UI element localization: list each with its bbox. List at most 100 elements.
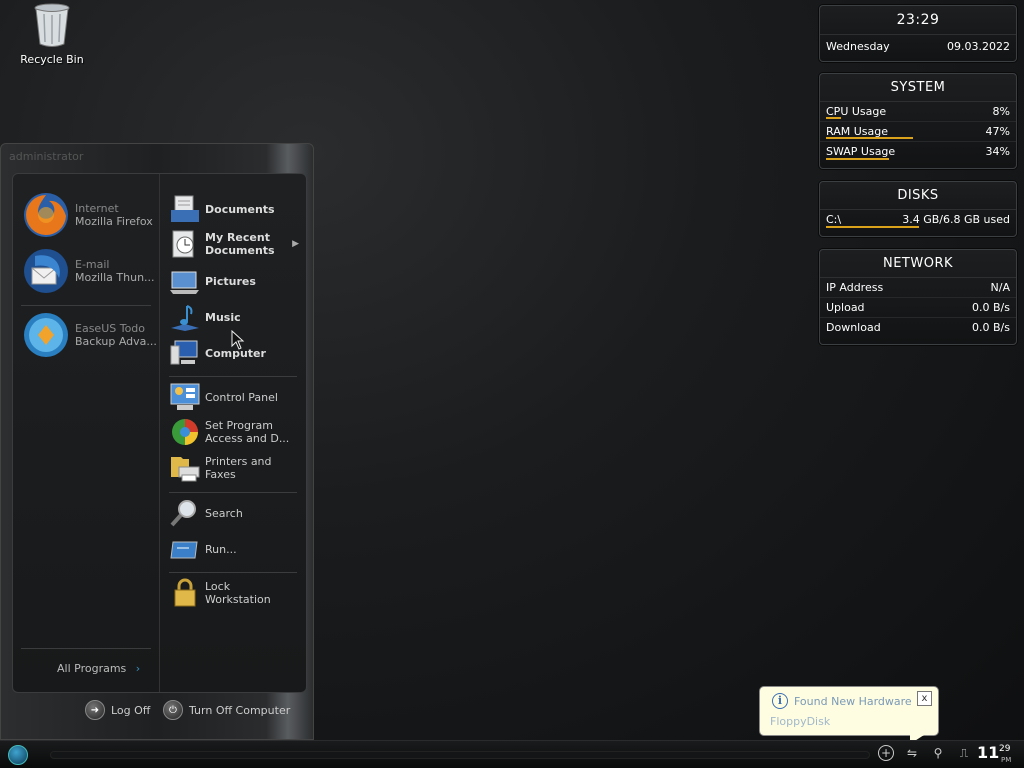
pinned-firefox[interactable]: Internet Mozilla Firefox xyxy=(23,192,153,238)
ip-row: IP Address N/A xyxy=(820,278,1016,298)
menu-item-documents-label: Documents xyxy=(205,202,275,216)
ram-value: 47% xyxy=(985,125,1010,138)
pinned-programs: Internet Mozilla Firefox E-mail Mozilla … xyxy=(13,174,160,692)
system-widget: SYSTEM CPU Usage 8% RAM Usage 47% SWAP U… xyxy=(819,73,1017,169)
taskbar-clock[interactable]: 11 29 PM xyxy=(977,743,1011,764)
pinned-easeus[interactable]: EaseUS Todo Backup Adva... xyxy=(23,312,157,358)
pinned-easeus-line2: Backup Adva... xyxy=(75,335,157,348)
menu-item-documents[interactable]: Documents xyxy=(169,194,299,224)
menu-item-run[interactable]: Run... xyxy=(169,534,299,564)
widget-day: Wednesday xyxy=(826,40,890,53)
recycle-bin-label: Recycle Bin xyxy=(20,53,84,66)
log-off-button[interactable]: ➜ Log Off xyxy=(85,700,150,720)
menu-item-lock-line1: Lock xyxy=(205,580,231,593)
menu-item-set-program-line2: Access and D... xyxy=(205,432,290,445)
start-menu-footer: ➜ Log Off ⏻ Turn Off Computer xyxy=(1,696,315,726)
search-tray-icon[interactable]: ⚲ xyxy=(930,745,946,761)
upload-row: Upload 0.0 B/s xyxy=(820,298,1016,318)
recent-documents-icon xyxy=(172,230,194,258)
menu-item-recent-documents-text: My Recent Documents xyxy=(205,231,275,257)
menu-item-lock-workstation[interactable]: Lock Workstation xyxy=(169,578,299,608)
control-panel-icon xyxy=(170,383,200,410)
cpu-value: 8% xyxy=(992,105,1010,118)
turn-off-button[interactable]: ⏻ Turn Off Computer xyxy=(163,700,290,720)
notification-title: Found New Hardware xyxy=(794,695,912,708)
widget-date-row: Wednesday 09.03.2022 xyxy=(820,35,1016,55)
power-icon: ⏻ xyxy=(163,700,183,720)
start-menu-panel: Internet Mozilla Firefox E-mail Mozilla … xyxy=(12,173,307,693)
menu-item-run-label: Run... xyxy=(205,542,237,556)
all-programs-button[interactable]: All Programs › xyxy=(57,662,140,675)
turn-off-label: Turn Off Computer xyxy=(189,703,291,717)
swap-bar xyxy=(826,158,889,160)
submenu-arrow-icon: ▶ xyxy=(292,239,299,249)
menu-item-recent-documents[interactable]: My Recent Documents ▶ xyxy=(169,229,299,259)
menu-item-pictures-label: Pictures xyxy=(205,274,256,288)
firefox-icon xyxy=(24,193,68,237)
printers-icon xyxy=(171,457,200,482)
download-label: Download xyxy=(826,321,881,334)
system-title: SYSTEM xyxy=(820,74,1016,102)
pinned-easeus-line1: EaseUS Todo xyxy=(75,322,146,335)
clock-widget: 23:29 Wednesday 09.03.2022 xyxy=(819,5,1017,62)
all-programs-separator xyxy=(21,648,151,649)
chevron-right-icon: › xyxy=(135,662,141,675)
info-icon: i xyxy=(772,693,788,709)
start-menu-user: administrator xyxy=(9,150,84,163)
upload-value: 0.0 B/s xyxy=(972,301,1010,314)
disk-c-value: 3.4 GB/6.8 GB used xyxy=(902,213,1010,226)
network-tray-icon[interactable]: ⎍ xyxy=(956,745,972,761)
pinned-thunderbird-line2: Mozilla Thun... xyxy=(75,271,155,284)
documents-icon xyxy=(171,195,199,222)
start-button[interactable] xyxy=(8,745,28,765)
ram-row: RAM Usage 47% xyxy=(820,122,1016,142)
places-separator xyxy=(169,376,297,377)
upload-label: Upload xyxy=(826,301,865,314)
pinned-firefox-line1: Internet xyxy=(75,202,119,215)
close-icon[interactable]: x xyxy=(917,691,932,706)
pinned-separator xyxy=(21,305,151,306)
swap-value: 34% xyxy=(985,145,1010,158)
easeus-icon xyxy=(24,313,68,357)
download-value: 0.0 B/s xyxy=(972,321,1010,334)
widget-date: 09.03.2022 xyxy=(947,40,1010,53)
menu-item-lock-text: Lock Workstation xyxy=(205,580,271,606)
menu-item-set-program-access[interactable]: Set Program Access and D... xyxy=(169,417,299,447)
computer-icon xyxy=(170,340,198,365)
ip-label: IP Address xyxy=(826,281,884,294)
all-programs-label: All Programs xyxy=(57,662,127,675)
menu-item-control-panel-label: Control Panel xyxy=(205,390,278,404)
mouse-cursor-icon xyxy=(231,330,245,350)
menu-item-search-label: Search xyxy=(205,506,243,520)
start-menu-places: Documents My Recent Documents ▶ Pictures… xyxy=(161,174,306,692)
taskbar-track xyxy=(50,751,870,759)
pinned-firefox-line2: Mozilla Firefox xyxy=(75,215,153,228)
disk-c-bar xyxy=(826,226,919,228)
cpu-bar xyxy=(826,117,841,119)
menu-item-control-panel[interactable]: Control Panel xyxy=(169,382,299,412)
pinned-thunderbird[interactable]: E-mail Mozilla Thun... xyxy=(23,248,155,294)
notification-body: FloppyDisk xyxy=(770,715,831,728)
swap-row: SWAP Usage 34% xyxy=(820,142,1016,162)
swap-label: SWAP Usage xyxy=(826,145,896,158)
menu-item-printers[interactable]: Printers and Faxes xyxy=(169,453,299,483)
menu-item-printers-line2: Faxes xyxy=(205,468,236,481)
add-circle-icon[interactable]: + xyxy=(878,745,894,761)
menu-item-recent-line2: Documents xyxy=(205,244,275,257)
menu-item-music[interactable]: Music xyxy=(169,302,299,332)
recycle-bin[interactable]: Recycle Bin xyxy=(20,2,84,66)
menu-item-set-program-line1: Set Program xyxy=(205,419,273,432)
thunderbird-icon xyxy=(24,249,68,293)
system-tray: + ⇋ ⚲ ⎍ xyxy=(878,745,972,761)
set-program-access-icon xyxy=(172,419,198,445)
menu-item-search[interactable]: Search xyxy=(169,498,299,528)
hardware-icon[interactable]: ⇋ xyxy=(904,745,920,761)
menu-item-pictures[interactable]: Pictures xyxy=(169,266,299,296)
notification-balloon[interactable]: i Found New Hardware x FloppyDisk xyxy=(759,686,939,744)
disks-widget: DISKS C:\ 3.4 GB/6.8 GB used xyxy=(819,181,1017,237)
download-row: Download 0.0 B/s xyxy=(820,318,1016,338)
clock-minute: 29 xyxy=(999,744,1011,754)
network-title: NETWORK xyxy=(820,250,1016,278)
disk-c-row: C:\ 3.4 GB/6.8 GB used xyxy=(820,210,1016,230)
taskbar: + ⇋ ⚲ ⎍ 11 29 PM xyxy=(0,740,1024,768)
